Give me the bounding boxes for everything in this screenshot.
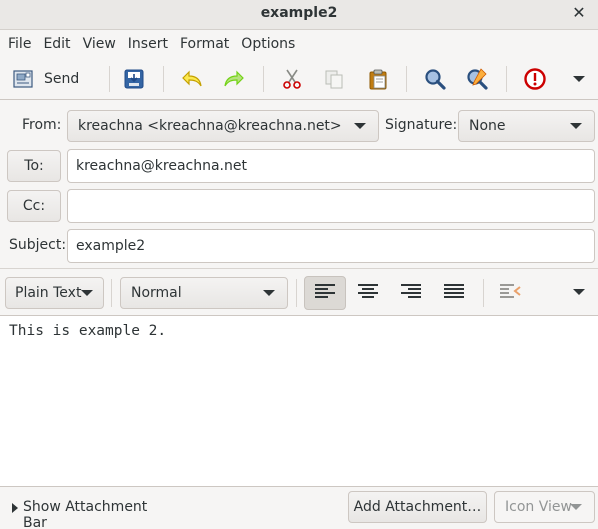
close-button[interactable]: ✕ (568, 2, 590, 24)
menu-bar: File Edit View Insert Format Options (0, 31, 598, 57)
send-button[interactable]: Send (12, 64, 96, 94)
align-justify-icon (444, 283, 464, 303)
toolbar-separator (111, 279, 112, 307)
add-attachment-button[interactable]: Add Attachment… (348, 491, 487, 523)
subject-field[interactable]: example2 (67, 229, 595, 263)
align-right-icon (401, 283, 421, 303)
message-body-editor[interactable]: This is example 2. (0, 316, 598, 486)
format-mode-combo[interactable]: Plain Text (5, 277, 104, 309)
menu-insert[interactable]: Insert (122, 31, 174, 57)
from-account-value: kreachna <kreachna@kreachna.net> (78, 118, 342, 134)
toolbar-overflow-button[interactable] (566, 64, 592, 94)
title-bar: example2 ✕ (0, 0, 598, 30)
copy-button[interactable] (318, 64, 350, 94)
overflow-menu-icon (572, 287, 586, 297)
menu-view[interactable]: View (77, 31, 122, 57)
message-body-text: This is example 2. (9, 323, 167, 339)
toolbar-separator (406, 66, 407, 92)
menu-options[interactable]: Options (235, 31, 301, 57)
close-icon: ✕ (572, 3, 586, 22)
unindent-button[interactable] (490, 276, 532, 310)
menu-format[interactable]: Format (174, 31, 235, 57)
align-justify-button[interactable] (433, 276, 475, 310)
save-draft-icon (123, 68, 145, 90)
signature-value: None (469, 118, 506, 134)
composer-window: example2 ✕ File Edit View Insert Format … (0, 0, 598, 529)
unindent-icon (500, 283, 522, 303)
toolbar-separator (483, 279, 484, 307)
add-attachment-label: Add Attachment… (353, 499, 482, 515)
toolbar: Send (0, 58, 598, 100)
find-replace-button[interactable] (461, 64, 493, 94)
toolbar-separator (109, 66, 110, 92)
align-left-icon (315, 283, 335, 303)
menu-edit[interactable]: Edit (37, 31, 76, 57)
cc-button[interactable]: Cc: (7, 190, 61, 222)
align-right-button[interactable] (390, 276, 432, 310)
to-field-value: kreachna@kreachna.net (76, 158, 247, 174)
cc-field[interactable] (67, 189, 595, 223)
align-left-button[interactable] (304, 276, 346, 310)
paste-button[interactable] (362, 64, 394, 94)
toolbar-separator (263, 66, 264, 92)
toolbar-separator (506, 66, 507, 92)
overflow-menu-icon (572, 74, 586, 84)
subject-field-value: example2 (76, 238, 146, 254)
cut-button[interactable] (276, 64, 308, 94)
menu-file[interactable]: File (2, 31, 37, 57)
undo-button[interactable] (176, 64, 208, 94)
format-overflow-button[interactable] (566, 277, 592, 307)
to-button-label: To: (24, 158, 44, 174)
signature-combo[interactable]: None (458, 110, 595, 142)
chevron-down-icon (570, 123, 582, 129)
undo-icon (180, 68, 204, 90)
show-attachment-bar-label: Show Attachment Bar (23, 499, 148, 529)
copy-icon (323, 68, 345, 90)
window-title: example2 (260, 5, 338, 21)
chevron-down-icon (263, 290, 275, 296)
icon-view-value: Icon View (505, 499, 572, 515)
expander-arrow-icon (12, 503, 18, 513)
attachment-bar: Show Attachment Bar Add Attachment… Icon… (0, 486, 598, 529)
to-button[interactable]: To: (7, 150, 61, 182)
from-label: From: (22, 117, 62, 133)
send-icon (12, 68, 34, 90)
paragraph-style-combo[interactable]: Normal (120, 277, 288, 309)
redo-button[interactable] (218, 64, 250, 94)
to-field[interactable]: kreachna@kreachna.net (67, 149, 595, 183)
signature-label: Signature: (385, 117, 458, 133)
chevron-down-icon (354, 123, 366, 129)
cut-icon (281, 68, 303, 90)
show-attachment-bar-expander[interactable]: Show Attachment Bar (4, 493, 174, 529)
chevron-down-icon (570, 504, 582, 510)
paste-icon (367, 68, 389, 90)
send-label: Send (44, 71, 80, 87)
icon-view-combo[interactable]: Icon View (494, 491, 595, 523)
from-account-combo[interactable]: kreachna <kreachna@kreachna.net> (67, 110, 379, 142)
toolbar-separator (296, 279, 297, 307)
redo-icon (222, 68, 246, 90)
find-button[interactable] (419, 64, 451, 94)
format-mode-value: Plain Text (15, 285, 82, 301)
find-replace-icon (465, 67, 489, 91)
find-icon (423, 67, 447, 91)
cc-button-label: Cc: (22, 198, 46, 214)
priority-button[interactable] (519, 64, 551, 94)
priority-icon (523, 67, 547, 91)
paragraph-style-value: Normal (131, 285, 182, 301)
save-draft-button[interactable] (118, 64, 150, 94)
chevron-down-icon (81, 290, 93, 296)
toolbar-separator (163, 66, 164, 92)
align-center-button[interactable] (347, 276, 389, 310)
formatting-toolbar: Plain Text Normal (0, 268, 598, 316)
subject-label: Subject: (9, 237, 67, 253)
align-center-icon (358, 283, 378, 303)
